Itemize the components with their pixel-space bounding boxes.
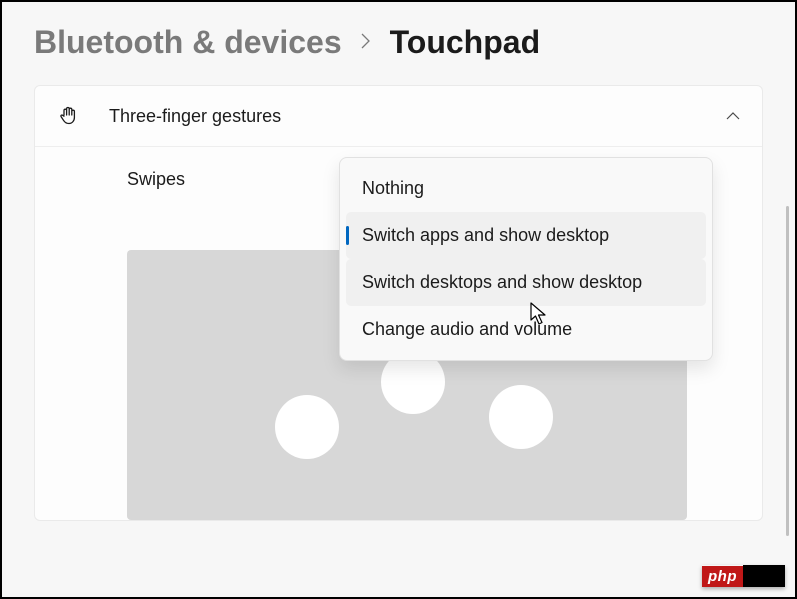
finger-dot	[489, 385, 553, 449]
dropdown-option-switch-apps[interactable]: Switch apps and show desktop	[346, 212, 706, 259]
scrollbar[interactable]	[786, 206, 789, 536]
chevron-right-icon	[360, 30, 372, 56]
finger-dot	[275, 395, 339, 459]
watermark-block	[743, 565, 785, 587]
swipes-dropdown: Nothing Switch apps and show desktop Swi…	[339, 157, 713, 361]
section-header[interactable]: Three-finger gestures	[35, 86, 762, 147]
hand-icon	[57, 104, 81, 128]
watermark: php	[702, 565, 785, 587]
chevron-up-icon	[726, 108, 740, 124]
dropdown-option-change-audio[interactable]: Change audio and volume	[346, 306, 706, 353]
dropdown-option-switch-desktops[interactable]: Switch desktops and show desktop	[346, 259, 706, 306]
page-title: Touchpad	[390, 24, 541, 61]
breadcrumb-parent[interactable]: Bluetooth & devices	[34, 24, 342, 61]
watermark-text: php	[702, 566, 743, 587]
breadcrumb: Bluetooth & devices Touchpad	[34, 24, 763, 61]
dropdown-option-nothing[interactable]: Nothing	[346, 165, 706, 212]
section-title: Three-finger gestures	[109, 106, 698, 127]
